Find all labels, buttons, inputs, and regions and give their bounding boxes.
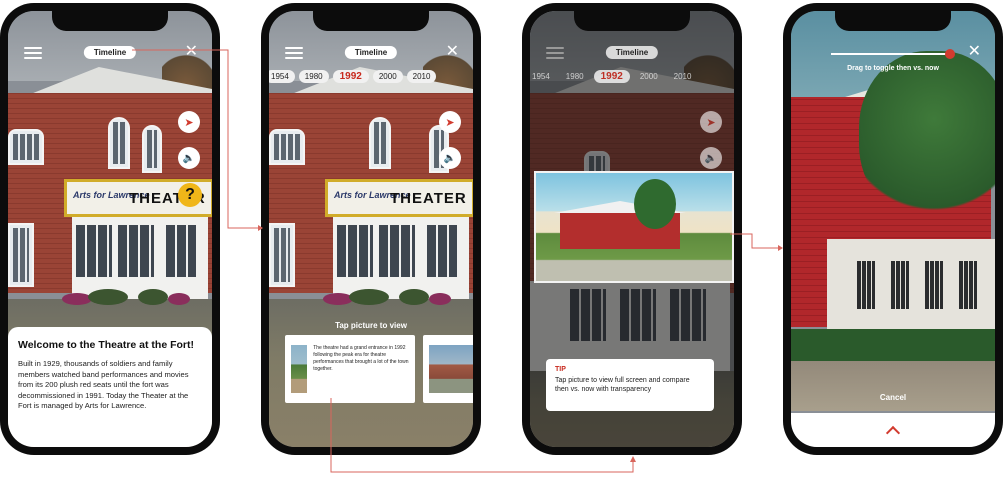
theater-marquee: Arts for Lawrence THEATER — [325, 179, 473, 217]
historic-postcard-image[interactable] — [534, 171, 734, 283]
screen-tip: Timeline 1954 1980 1992 2000 2010 ➤ 🔈 TI… — [530, 11, 734, 447]
year-chip[interactable]: 2010 — [668, 70, 698, 83]
cancel-button[interactable]: Cancel — [791, 393, 995, 402]
speaker-icon[interactable]: 🔈 — [178, 147, 200, 169]
arrowhead-icon — [630, 456, 636, 462]
tip-card: TIP Tap picture to view full screen and … — [546, 359, 714, 411]
menu-icon[interactable] — [546, 47, 564, 59]
phone-notch — [835, 11, 951, 31]
historic-photo-thumbnail[interactable] — [429, 345, 473, 393]
speaker-icon[interactable]: 🔈 — [700, 147, 722, 169]
drag-toggle-hint: Drag to toggle then vs. now — [847, 65, 939, 72]
navigation-arrow-icon[interactable]: ➤ — [178, 111, 200, 133]
year-chip-active[interactable]: 1992 — [593, 70, 630, 83]
year-chip[interactable]: 1954 — [269, 70, 295, 83]
navigation-arrow-icon[interactable]: ➤ — [700, 111, 722, 133]
historic-fullscreen-image[interactable] — [791, 11, 995, 447]
screen-welcome: Arts for Lawrence THEATER Timeline ✕ ➤ 🔈… — [8, 11, 212, 447]
phone-tip-screen: Timeline 1954 1980 1992 2000 2010 ➤ 🔈 TI… — [522, 3, 742, 455]
close-icon[interactable]: ✕ — [446, 44, 459, 60]
tap-picture-hint: Tap picture to view — [335, 321, 407, 330]
phone-timeline-screen: Arts for Lawrence THEATER Timeline ✕ 195… — [261, 3, 481, 455]
bottom-sheet-handle[interactable] — [791, 413, 995, 447]
info-body: Built in 1929, thousands of soldiers and… — [18, 359, 189, 410]
menu-icon[interactable] — [285, 47, 303, 59]
close-icon[interactable]: ✕ — [185, 44, 198, 60]
tip-heading: TIP — [555, 366, 566, 373]
marquee-right-text: THEATER — [390, 190, 467, 207]
speaker-icon[interactable]: 🔈 — [439, 147, 461, 169]
year-selector: 1954 1980 1992 2000 2010 — [530, 70, 697, 83]
historic-photo-card[interactable] — [423, 335, 473, 403]
phone-welcome-screen: Arts for Lawrence THEATER Timeline ✕ ➤ 🔈… — [0, 3, 220, 455]
close-icon[interactable]: ✕ — [968, 44, 981, 60]
year-chip-active[interactable]: 1992 — [332, 70, 369, 83]
phone-compare-screen: ✕ Drag to toggle then vs. now Cancel — [783, 3, 1003, 455]
then-now-slider-track[interactable] — [831, 53, 949, 55]
chevron-up-icon[interactable] — [885, 425, 901, 441]
tip-body: Tap picture to view full screen and comp… — [555, 377, 690, 393]
year-chip[interactable]: 1980 — [560, 70, 590, 83]
year-selector: 1954 1980 1992 2000 2010 — [269, 70, 437, 83]
menu-icon[interactable] — [24, 47, 42, 59]
photo-card-caption: The theatre had a grand entrance in 1992… — [313, 345, 409, 372]
screen-compare: ✕ Drag to toggle then vs. now Cancel — [791, 11, 995, 447]
app-walkthrough: Arts for Lawrence THEATER Timeline ✕ ➤ 🔈… — [0, 0, 1005, 479]
year-chip[interactable]: 1954 — [530, 70, 556, 83]
timeline-button[interactable]: Timeline — [344, 46, 398, 59]
year-chip[interactable]: 2000 — [372, 70, 403, 83]
phone-notch — [52, 11, 168, 31]
year-chip[interactable]: 2000 — [634, 70, 664, 83]
historic-photo-card[interactable]: The theatre had a grand entrance in 1992… — [285, 335, 415, 403]
phone-notch — [574, 11, 690, 31]
info-title: Welcome to the Theatre at the Fort! — [18, 339, 194, 351]
then-now-slider-handle[interactable] — [945, 49, 955, 59]
phone-notch — [313, 11, 429, 31]
historic-photo-thumbnail[interactable] — [291, 345, 308, 393]
year-chip[interactable]: 1980 — [298, 70, 329, 83]
screen-timeline: Arts for Lawrence THEATER Timeline ✕ 195… — [269, 11, 473, 447]
timeline-button[interactable]: Timeline — [605, 46, 659, 59]
timeline-button[interactable]: Timeline — [83, 46, 137, 59]
help-icon[interactable]: ? — [178, 183, 202, 207]
historic-photo-cards: The theatre had a grand entrance in 1992… — [285, 335, 473, 403]
navigation-arrow-icon[interactable]: ➤ — [439, 111, 461, 133]
year-chip[interactable]: 2010 — [406, 70, 437, 83]
welcome-info-card: Welcome to the Theatre at the Fort! Buil… — [8, 327, 212, 447]
